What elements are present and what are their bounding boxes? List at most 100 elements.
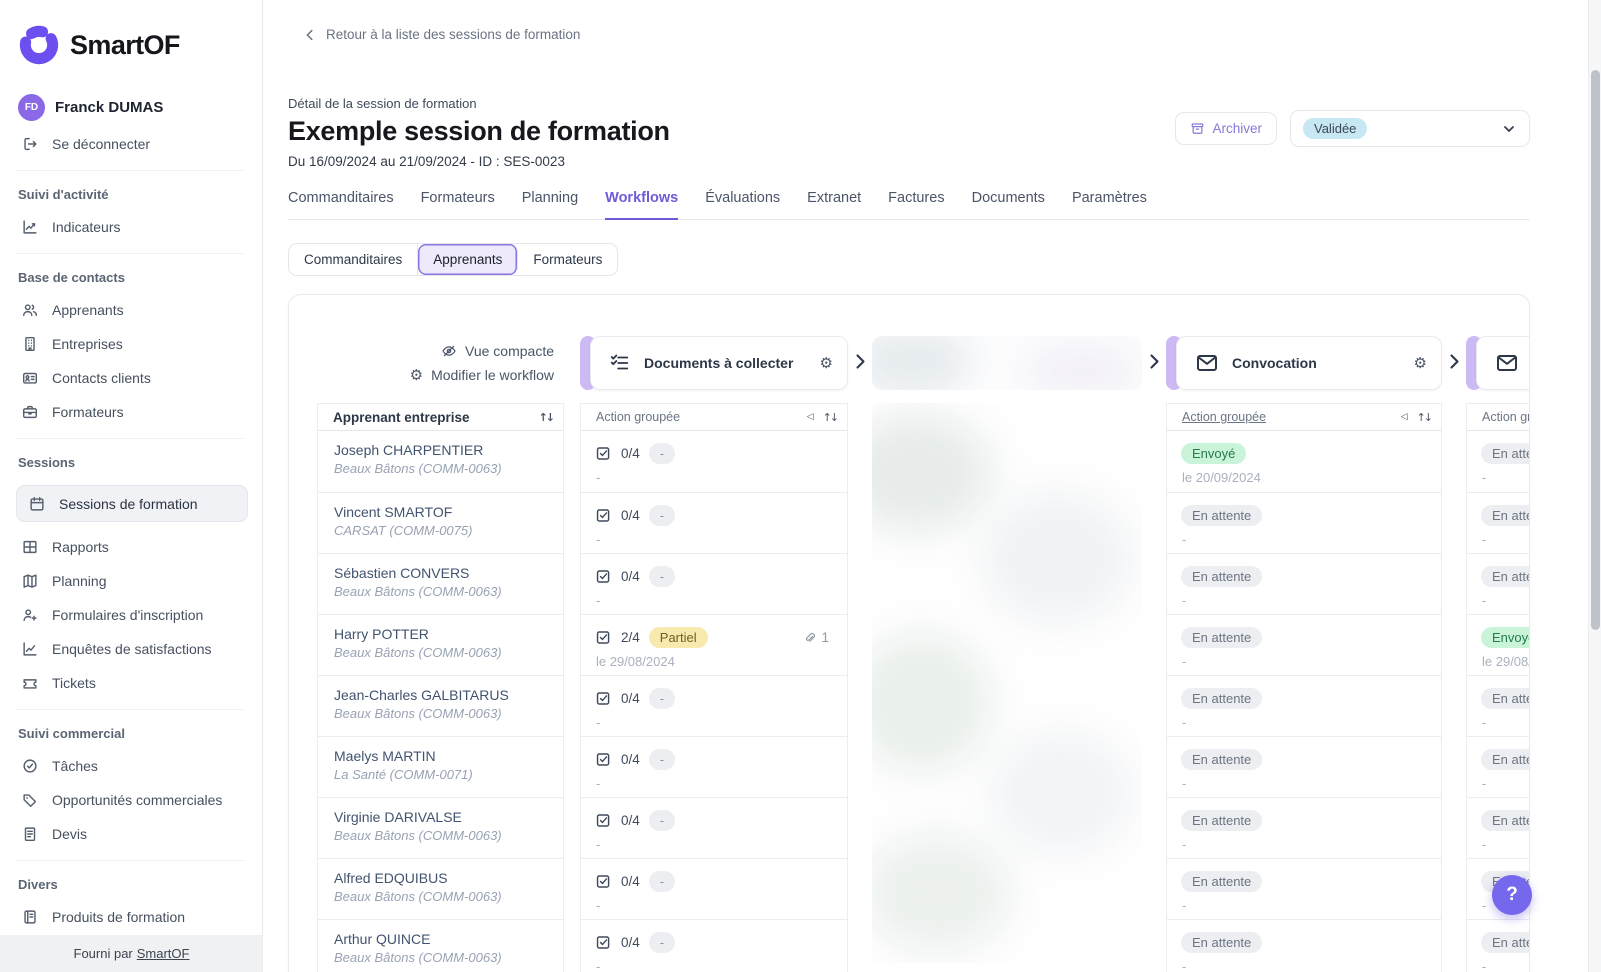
- status-badge: -: [648, 442, 676, 464]
- workflow-step-cell[interactable]: En attente -: [1467, 919, 1529, 972]
- edit-workflow-link[interactable]: ⚙ Modifier le workflow: [410, 367, 554, 383]
- column-header-card[interactable]: Convocation ⚙: [1166, 336, 1442, 390]
- footer-brand-link[interactable]: SmartOF: [137, 946, 190, 961]
- sidebar-item-devis[interactable]: Devis: [20, 824, 248, 843]
- collapse-icon[interactable]: ◁: [807, 412, 814, 422]
- compact-view-toggle[interactable]: Vue compacte: [441, 343, 554, 359]
- gear-icon[interactable]: ⚙: [1414, 355, 1427, 371]
- collapse-column-button[interactable]: [848, 353, 872, 370]
- workflow-step-cell[interactable]: 0/4- -: [581, 492, 847, 553]
- collapse-column-button[interactable]: [1142, 353, 1166, 370]
- learner-row[interactable]: Vincent SMARTOF CARSAT (COMM-0075): [318, 492, 563, 553]
- workflow-step-cell[interactable]: Envoyé le 20/09/2024: [1167, 431, 1441, 492]
- status-badge: En attente: [1481, 687, 1529, 709]
- learner-row[interactable]: Virginie DARIVALSE Beaux Bâtons (COMM-006…: [318, 797, 563, 858]
- learner-row[interactable]: Sébastien CONVERS Beaux Bâtons (COMM-0063…: [318, 553, 563, 614]
- learner-row[interactable]: Alfred EDQUIBUS Beaux Bâtons (COMM-0063): [318, 858, 563, 919]
- bulk-action-link[interactable]: Action groupée: [596, 410, 807, 424]
- workflow-step-cell[interactable]: Envoyé le 29/08/2024: [1467, 614, 1529, 675]
- workflow-step-cell[interactable]: En attente -: [1467, 492, 1529, 553]
- workflow-step-cell[interactable]: En attente -: [1467, 675, 1529, 736]
- status-select[interactable]: Validée: [1290, 110, 1530, 147]
- help-button[interactable]: ?: [1492, 875, 1532, 915]
- sidebar-item-contacts-clients[interactable]: Contacts clients: [20, 368, 248, 387]
- workflow-step-cell[interactable]: En attente -: [1167, 797, 1441, 858]
- workflow-step-cell[interactable]: 0/4- -: [581, 858, 847, 919]
- sidebar-item-formateurs[interactable]: Formateurs: [20, 402, 248, 421]
- sort-icon[interactable]: ↑↓: [1417, 411, 1434, 424]
- column-header-card[interactable]: Documents à collecter ⚙: [580, 336, 848, 390]
- tab-factures[interactable]: Factures: [888, 190, 944, 219]
- workflow-step-cell[interactable]: 0/4- -: [581, 919, 847, 972]
- collapse-icon[interactable]: ◁: [1401, 412, 1408, 422]
- archive-button[interactable]: Archiver: [1175, 112, 1277, 145]
- workflow-step-cell[interactable]: En attente -: [1467, 431, 1529, 492]
- sidebar-item-tickets[interactable]: Tickets: [20, 673, 248, 692]
- sidebar-item-opportunites[interactable]: Opportunités commerciales: [20, 790, 248, 809]
- workflow-step-cell[interactable]: En attente -: [1167, 614, 1441, 675]
- workflow-step-cell[interactable]: En attente -: [1167, 736, 1441, 797]
- sidebar-item-formulaires-inscription[interactable]: Formulaires d'inscription: [20, 605, 248, 624]
- tab-documents[interactable]: Documents: [972, 190, 1045, 219]
- sidebar-item-rapports[interactable]: Rapports: [20, 537, 248, 556]
- status-badge: En attente: [1481, 504, 1529, 526]
- scrollbar-thumb[interactable]: [1591, 70, 1600, 630]
- tab-planning[interactable]: Planning: [522, 190, 578, 219]
- page-scrollbar[interactable]: [1588, 0, 1601, 972]
- bulk-action-link[interactable]: Action groupée: [1182, 410, 1401, 424]
- step-date: -: [596, 532, 601, 547]
- learner-row[interactable]: Jean-Charles GALBITARUS Beaux Bâtons (COM…: [318, 675, 563, 736]
- sidebar-item-indicateurs[interactable]: Indicateurs: [20, 217, 248, 236]
- tab-formateurs[interactable]: Formateurs: [421, 190, 495, 219]
- tab-extranet[interactable]: Extranet: [807, 190, 861, 219]
- column-header-card[interactable]: Attestation: [1466, 336, 1529, 390]
- learner-row[interactable]: Maelys MARTIN La Santé (COMM-0071): [318, 736, 563, 797]
- workflow-step-cell[interactable]: 2/4 Partiel 1 le 29/08/2024: [581, 614, 847, 675]
- learner-row[interactable]: Harry POTTER Beaux Bâtons (COMM-0063): [318, 614, 563, 675]
- back-link[interactable]: Retour à la liste des sessions de format…: [303, 27, 1530, 42]
- column-documents-a-collecter: Documents à collecter ⚙ Action groupée ◁…: [580, 336, 848, 972]
- workflow-step-cell[interactable]: En attente -: [1467, 736, 1529, 797]
- learner-row[interactable]: Joseph CHARPENTIER Beaux Bâtons (COMM-006…: [318, 431, 563, 492]
- workflow-step-cell[interactable]: En attente -: [1167, 919, 1441, 972]
- sort-icon[interactable]: ↑↓: [823, 411, 840, 424]
- sidebar-item-planning[interactable]: Planning: [20, 571, 248, 590]
- tab-evaluations[interactable]: Évaluations: [705, 190, 780, 219]
- sidebar-item-entreprises[interactable]: Entreprises: [20, 334, 248, 353]
- workflow-step-cell[interactable]: En attente -: [1167, 858, 1441, 919]
- sidebar-item-sessions-de-formation[interactable]: Sessions de formation: [16, 485, 248, 522]
- subtab-formateurs[interactable]: Formateurs: [518, 244, 617, 275]
- tab-commanditaires[interactable]: Commanditaires: [288, 190, 394, 219]
- sidebar-item-enquetes[interactable]: Enquêtes de satisfactions: [20, 639, 248, 658]
- workflow-step-cell[interactable]: En attente -: [1167, 675, 1441, 736]
- workflow-step-cell[interactable]: En attente -: [1467, 797, 1529, 858]
- learner-column-header[interactable]: Apprenant entreprise: [333, 410, 539, 425]
- learner-company: Beaux Bâtons (COMM-0063): [334, 828, 502, 843]
- attachment-count[interactable]: 1: [802, 630, 833, 645]
- sidebar-item-apprenants[interactable]: Apprenants: [20, 300, 248, 319]
- workflow-step-cell[interactable]: 0/4- -: [581, 431, 847, 492]
- sort-icon[interactable]: ↑↓: [539, 411, 556, 424]
- sidebar: SmartOF FD Franck DUMAS Se déconnecter S…: [0, 0, 263, 972]
- tab-parametres[interactable]: Paramètres: [1072, 190, 1147, 219]
- workflow-step-cell[interactable]: En attente -: [1167, 553, 1441, 614]
- subtab-apprenants[interactable]: Apprenants: [418, 244, 519, 275]
- workflow-step-cell[interactable]: 0/4- -: [581, 675, 847, 736]
- workflow-step-cell[interactable]: 0/4- -: [581, 797, 847, 858]
- sidebar-item-taches[interactable]: Tâches: [20, 756, 248, 775]
- workflow-step-cell[interactable]: En attente -: [1167, 492, 1441, 553]
- tab-workflows[interactable]: Workflows: [605, 190, 679, 220]
- workflow-step-cell[interactable]: 0/4- -: [581, 736, 847, 797]
- logout-button[interactable]: Se déconnecter: [20, 134, 248, 153]
- brand-logo[interactable]: SmartOF: [18, 24, 248, 66]
- subtab-commanditaires[interactable]: Commanditaires: [289, 244, 419, 275]
- chevron-right-icon: [1149, 354, 1159, 369]
- learner-row[interactable]: Arthur QUINCE Beaux Bâtons (COMM-0063): [318, 919, 563, 972]
- bulk-action-link[interactable]: Action groupée: [1482, 410, 1529, 424]
- step-date: le 20/09/2024: [1182, 470, 1261, 485]
- sidebar-item-produits[interactable]: Produits de formation: [20, 907, 248, 926]
- gear-icon[interactable]: ⚙: [820, 355, 833, 371]
- workflow-step-cell[interactable]: En attente -: [1467, 553, 1529, 614]
- workflow-step-cell[interactable]: 0/4- -: [581, 553, 847, 614]
- collapse-column-button[interactable]: [1442, 353, 1466, 370]
